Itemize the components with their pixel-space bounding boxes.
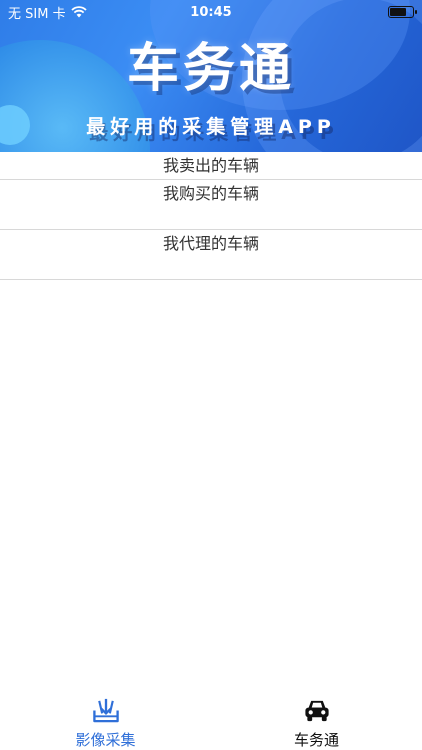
carrier-label: 无 SIM 卡 (8, 6, 66, 22)
menu-item-purchased-vehicles[interactable]: 我购买的车辆 (0, 180, 422, 230)
battery-icon (388, 6, 417, 18)
menu-item-sold-vehicles[interactable]: 我卖出的车辆 (0, 152, 422, 180)
tab-chewutong[interactable]: 车务通 (211, 680, 422, 750)
status-left: 无 SIM 卡 (8, 3, 87, 22)
battery-level (390, 8, 406, 16)
image-collect-icon (92, 698, 119, 723)
menu-item-agent-vehicles[interactable]: 我代理的车辆 (0, 230, 422, 280)
tab-image-collect[interactable]: 影像采集 (0, 680, 211, 750)
banner-subtitle: 最好用的采集管理APP (86, 116, 336, 138)
banner-title: 车务通 (126, 38, 295, 99)
tab-label: 影像采集 (75, 731, 136, 749)
menu-list: 我卖出的车辆 我购买的车辆 我代理的车辆 (0, 152, 422, 280)
tab-label: 车务通 (293, 731, 339, 749)
car-icon (304, 700, 329, 722)
status-bar: 无 SIM 卡 10:45 (0, 0, 422, 24)
tab-bar: 影像采集 车务通 (0, 680, 422, 750)
wifi-icon (70, 6, 87, 18)
